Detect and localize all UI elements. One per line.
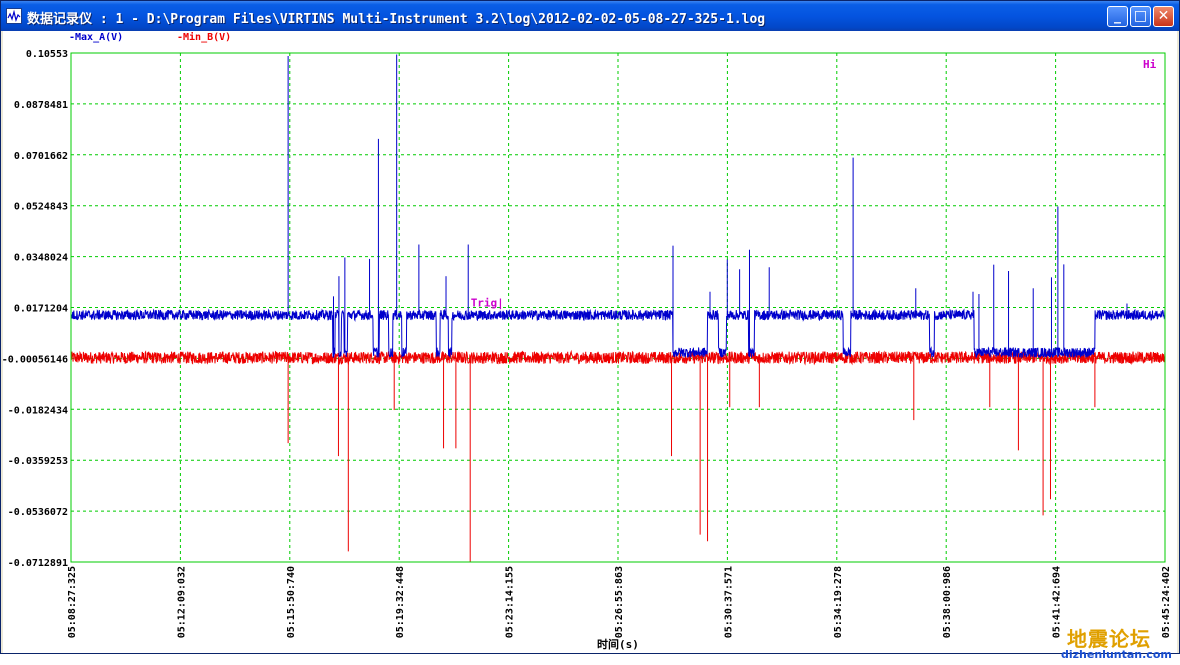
y-tick-label: 0.0878481 bbox=[14, 100, 68, 111]
y-tick-label: -0.0359253 bbox=[8, 456, 68, 467]
y-tick-label: 0.0171204 bbox=[14, 304, 68, 315]
y-tick-label: -0.0712891 bbox=[8, 558, 68, 569]
x-tick-label: 05:19:32:448 bbox=[395, 566, 406, 638]
y-tick-label: -0.0536072 bbox=[8, 507, 68, 518]
minimize-button[interactable]: _ bbox=[1107, 6, 1128, 27]
maximize-button[interactable]: □ bbox=[1130, 6, 1151, 27]
y-tick-label: 0.0348024 bbox=[14, 253, 68, 264]
x-tick-label: 05:23:14:155 bbox=[505, 566, 516, 638]
x-tick-label: 05:30:37:571 bbox=[723, 566, 734, 638]
title-bar[interactable]: 数据记录仪 : 1 - D:\Program Files\VIRTINS Mul… bbox=[1, 1, 1179, 31]
grid bbox=[71, 53, 1165, 562]
legend-min-b: -Min_B(V) bbox=[177, 31, 231, 43]
app-icon bbox=[6, 8, 22, 24]
x-tick-label: 05:12:09:032 bbox=[176, 566, 187, 638]
x-tick-label: 05:08:27:325 bbox=[67, 566, 78, 638]
legend-max-a: -Max_A(V) bbox=[69, 32, 123, 43]
watermark-url: dizhenluntan.com bbox=[1061, 648, 1172, 661]
chart-area[interactable]: 0.10553 0.0878481 0.0701662 0.0524843 0.0348… bbox=[3, 31, 1177, 661]
x-tick-label: 05:26:55:863 bbox=[614, 566, 625, 638]
watermark-logo: 地震论坛 dizhenluntan.com bbox=[1061, 623, 1179, 665]
x-axis-label: 时间(s) bbox=[597, 637, 639, 651]
close-button[interactable]: ✕ bbox=[1153, 6, 1174, 27]
hi-annotation: Hi bbox=[1143, 58, 1157, 71]
y-axis-ticks: 0.10553 0.0878481 0.0701662 0.0524843 0.0348… bbox=[3, 49, 68, 569]
series-trace bbox=[70, 308, 1166, 359]
app-window: 数据记录仪 : 1 - D:\Program Files\VIRTINS Mul… bbox=[0, 0, 1180, 661]
y-tick-label: 0.10553 bbox=[26, 49, 68, 60]
trigger-annotation: Trig| bbox=[471, 297, 504, 310]
x-tick-label: 05:34:19:278 bbox=[833, 566, 844, 638]
y-tick-label: -0.00056146 bbox=[3, 354, 68, 365]
y-tick-label: -0.0182434 bbox=[8, 405, 68, 416]
y-tick-label: 0.0701662 bbox=[14, 151, 68, 162]
x-tick-label: 05:38:00:986 bbox=[942, 566, 953, 638]
y-tick-label: 0.0524843 bbox=[14, 202, 68, 213]
window-title: 数据记录仪 : 1 - D:\Program Files\VIRTINS Mul… bbox=[27, 12, 766, 27]
data-logger-chart[interactable]: 0.10553 0.0878481 0.0701662 0.0524843 0.0348… bbox=[3, 31, 1177, 653]
x-tick-label: 05:15:50:740 bbox=[286, 566, 297, 638]
x-axis-ticks: 05:08:27:325 05:12:09:032 05:15:50:740 05:1… bbox=[67, 566, 1172, 638]
